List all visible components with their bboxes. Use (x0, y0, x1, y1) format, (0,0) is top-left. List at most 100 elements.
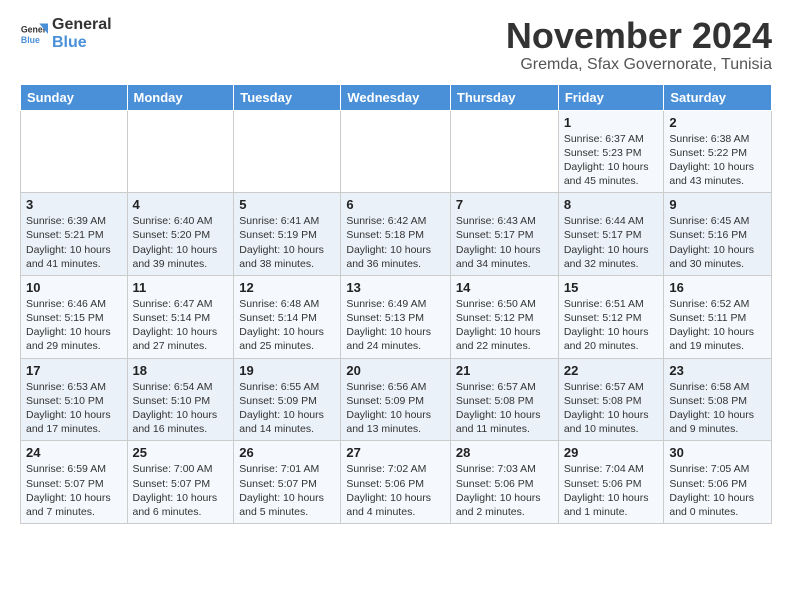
calendar-cell: 2 Sunrise: 6:38 AM Sunset: 5:22 PM Daylig… (664, 110, 772, 193)
cell-info: Sunrise: 6:57 AM Sunset: 5:08 PM Dayligh… (564, 380, 659, 437)
calendar-cell: 4 Sunrise: 6:40 AM Sunset: 5:20 PM Daylig… (127, 193, 234, 276)
cell-day-number: 22 (564, 363, 659, 378)
cell-info: Sunrise: 6:57 AM Sunset: 5:08 PM Dayligh… (456, 380, 553, 437)
main-title: November 2024 (506, 16, 772, 56)
calendar-cell: 17 Sunrise: 6:53 AM Sunset: 5:10 PM Dayli… (21, 358, 128, 441)
cell-info: Sunrise: 6:46 AM Sunset: 5:15 PM Dayligh… (26, 297, 122, 354)
cell-info: Sunrise: 6:38 AM Sunset: 5:22 PM Dayligh… (669, 132, 766, 189)
day-header-wednesday: Wednesday (341, 84, 451, 110)
cell-day-number: 13 (346, 280, 445, 295)
calendar-cell: 16 Sunrise: 6:52 AM Sunset: 5:11 PM Dayli… (664, 275, 772, 358)
calendar-cell: 26 Sunrise: 7:01 AM Sunset: 5:07 PM Dayli… (234, 441, 341, 524)
cell-day-number: 14 (456, 280, 553, 295)
cell-day-number: 11 (133, 280, 229, 295)
cell-info: Sunrise: 6:55 AM Sunset: 5:09 PM Dayligh… (239, 380, 335, 437)
cell-info: Sunrise: 6:56 AM Sunset: 5:09 PM Dayligh… (346, 380, 445, 437)
calendar-cell: 18Sunrise: 6:54 AM Sunset: 5:10 PM Dayli… (127, 358, 234, 441)
cell-day-number: 17 (26, 363, 122, 378)
day-header-friday: Friday (558, 84, 664, 110)
calendar-cell: 30 Sunrise: 7:05 AM Sunset: 5:06 PM Dayli… (664, 441, 772, 524)
calendar-cell: 3 Sunrise: 6:39 AM Sunset: 5:21 PM Daylig… (21, 193, 128, 276)
cell-info: Sunrise: 6:39 AM Sunset: 5:21 PM Dayligh… (26, 214, 122, 271)
calendar-cell: 27 Sunrise: 7:02 AM Sunset: 5:06 PM Dayli… (341, 441, 451, 524)
subtitle: Gremda, Sfax Governorate, Tunisia (506, 56, 772, 74)
cell-info: Sunrise: 7:02 AM Sunset: 5:06 PM Dayligh… (346, 462, 445, 519)
cell-day-number: 30 (669, 445, 766, 460)
title-block: November 2024 Gremda, Sfax Governorate, … (506, 16, 772, 74)
cell-info: Sunrise: 6:50 AM Sunset: 5:12 PM Dayligh… (456, 297, 553, 354)
svg-text:Blue: Blue (21, 34, 40, 44)
cell-day-number: 7 (456, 197, 553, 212)
cell-day-number: 8 (564, 197, 659, 212)
cell-info: Sunrise: 6:59 AM Sunset: 5:07 PM Dayligh… (26, 462, 122, 519)
cell-day-number: 26 (239, 445, 335, 460)
cell-day-number: 23 (669, 363, 766, 378)
calendar-cell: 13 Sunrise: 6:49 AM Sunset: 5:13 PM Dayli… (341, 275, 451, 358)
calendar-cell: 8 Sunrise: 6:44 AM Sunset: 5:17 PM Daylig… (558, 193, 664, 276)
day-header-saturday: Saturday (664, 84, 772, 110)
cell-day-number: 4 (133, 197, 229, 212)
calendar-week-5: 24 Sunrise: 6:59 AM Sunset: 5:07 PM Dayli… (21, 441, 772, 524)
calendar-week-3: 10 Sunrise: 6:46 AM Sunset: 5:15 PM Dayli… (21, 275, 772, 358)
cell-info: Sunrise: 6:53 AM Sunset: 5:10 PM Dayligh… (26, 380, 122, 437)
calendar-cell (341, 110, 451, 193)
cell-day-number: 3 (26, 197, 122, 212)
calendar-header-row: SundayMondayTuesdayWednesdayThursdayFrid… (21, 84, 772, 110)
cell-info: Sunrise: 6:37 AM Sunset: 5:23 PM Dayligh… (564, 132, 659, 189)
calendar-cell: 29Sunrise: 7:04 AM Sunset: 5:06 PM Dayli… (558, 441, 664, 524)
cell-info: Sunrise: 6:41 AM Sunset: 5:19 PM Dayligh… (239, 214, 335, 271)
calendar-cell: 11 Sunrise: 6:47 AM Sunset: 5:14 PM Dayli… (127, 275, 234, 358)
cell-day-number: 29 (564, 445, 659, 460)
logo-icon: General Blue (20, 20, 48, 48)
calendar-cell: 19 Sunrise: 6:55 AM Sunset: 5:09 PM Dayli… (234, 358, 341, 441)
cell-day-number: 19 (239, 363, 335, 378)
cell-day-number: 28 (456, 445, 553, 460)
day-header-tuesday: Tuesday (234, 84, 341, 110)
cell-info: Sunrise: 6:58 AM Sunset: 5:08 PM Dayligh… (669, 380, 766, 437)
cell-info: Sunrise: 6:52 AM Sunset: 5:11 PM Dayligh… (669, 297, 766, 354)
day-header-thursday: Thursday (450, 84, 558, 110)
calendar-cell: 23 Sunrise: 6:58 AM Sunset: 5:08 PM Dayli… (664, 358, 772, 441)
page: General Blue General Blue November 2024 … (0, 0, 792, 534)
cell-info: Sunrise: 7:03 AM Sunset: 5:06 PM Dayligh… (456, 462, 553, 519)
calendar-cell: 22 Sunrise: 6:57 AM Sunset: 5:08 PM Dayli… (558, 358, 664, 441)
cell-day-number: 5 (239, 197, 335, 212)
cell-info: Sunrise: 6:48 AM Sunset: 5:14 PM Dayligh… (239, 297, 335, 354)
cell-day-number: 10 (26, 280, 122, 295)
cell-info: Sunrise: 6:43 AM Sunset: 5:17 PM Dayligh… (456, 214, 553, 271)
cell-info: Sunrise: 7:05 AM Sunset: 5:06 PM Dayligh… (669, 462, 766, 519)
calendar-cell (450, 110, 558, 193)
header: General Blue General Blue November 2024 … (20, 16, 772, 74)
cell-info: Sunrise: 6:44 AM Sunset: 5:17 PM Dayligh… (564, 214, 659, 271)
calendar-cell: 7 Sunrise: 6:43 AM Sunset: 5:17 PM Daylig… (450, 193, 558, 276)
calendar-cell: 12Sunrise: 6:48 AM Sunset: 5:14 PM Dayli… (234, 275, 341, 358)
calendar-cell: 21Sunrise: 6:57 AM Sunset: 5:08 PM Dayli… (450, 358, 558, 441)
calendar-cell: 25Sunrise: 7:00 AM Sunset: 5:07 PM Dayli… (127, 441, 234, 524)
logo: General Blue General Blue (20, 16, 112, 51)
cell-info: Sunrise: 6:45 AM Sunset: 5:16 PM Dayligh… (669, 214, 766, 271)
calendar-cell: 1Sunrise: 6:37 AM Sunset: 5:23 PM Daylig… (558, 110, 664, 193)
cell-info: Sunrise: 6:49 AM Sunset: 5:13 PM Dayligh… (346, 297, 445, 354)
cell-day-number: 27 (346, 445, 445, 460)
cell-info: Sunrise: 6:51 AM Sunset: 5:12 PM Dayligh… (564, 297, 659, 354)
cell-info: Sunrise: 6:42 AM Sunset: 5:18 PM Dayligh… (346, 214, 445, 271)
cell-day-number: 16 (669, 280, 766, 295)
calendar-cell: 9 Sunrise: 6:45 AM Sunset: 5:16 PM Daylig… (664, 193, 772, 276)
cell-day-number: 2 (669, 115, 766, 130)
cell-day-number: 24 (26, 445, 122, 460)
cell-day-number: 9 (669, 197, 766, 212)
logo-text: General Blue (52, 16, 112, 51)
calendar-cell (234, 110, 341, 193)
calendar-cell: 6 Sunrise: 6:42 AM Sunset: 5:18 PM Daylig… (341, 193, 451, 276)
day-header-monday: Monday (127, 84, 234, 110)
cell-day-number: 6 (346, 197, 445, 212)
cell-day-number: 20 (346, 363, 445, 378)
cell-day-number: 15 (564, 280, 659, 295)
calendar-cell: 24 Sunrise: 6:59 AM Sunset: 5:07 PM Dayli… (21, 441, 128, 524)
calendar-week-2: 3 Sunrise: 6:39 AM Sunset: 5:21 PM Daylig… (21, 193, 772, 276)
cell-info: Sunrise: 6:47 AM Sunset: 5:14 PM Dayligh… (133, 297, 229, 354)
cell-info: Sunrise: 6:40 AM Sunset: 5:20 PM Dayligh… (133, 214, 229, 271)
cell-info: Sunrise: 7:01 AM Sunset: 5:07 PM Dayligh… (239, 462, 335, 519)
calendar-week-4: 17 Sunrise: 6:53 AM Sunset: 5:10 PM Dayli… (21, 358, 772, 441)
calendar-week-1: 1Sunrise: 6:37 AM Sunset: 5:23 PM Daylig… (21, 110, 772, 193)
